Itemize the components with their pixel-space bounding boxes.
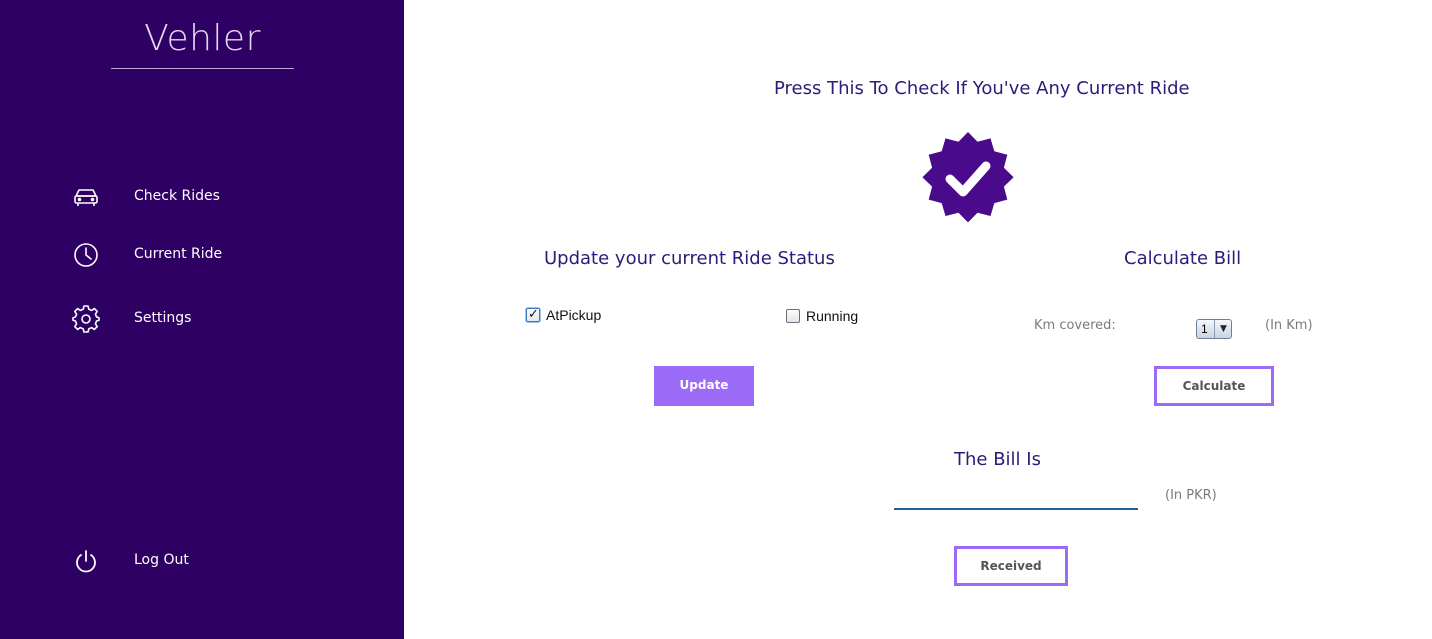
- check-mark-icon: ✓: [528, 306, 539, 321]
- sidebar-item-label: Settings: [134, 310, 192, 326]
- sidebar-item-settings[interactable]: Settings: [70, 303, 330, 337]
- km-select[interactable]: 1 ▼: [1196, 319, 1232, 339]
- checkbox-label: Running: [806, 308, 859, 324]
- sidebar-item-label: Check Rides: [134, 188, 220, 204]
- app-title: Vehler: [144, 18, 261, 59]
- received-button[interactable]: Received: [954, 546, 1068, 586]
- status-heading: Update your current Ride Status: [544, 248, 835, 269]
- logout-label: Log Out: [134, 552, 189, 568]
- check-ride-heading: Press This To Check If You've Any Curren…: [774, 78, 1190, 99]
- km-covered-label: Km covered:: [1034, 318, 1116, 333]
- title-divider: [111, 68, 294, 69]
- checkbox-box[interactable]: ✓: [526, 306, 540, 322]
- bill-result-heading: The Bill Is: [954, 449, 1041, 470]
- car-icon: [70, 181, 102, 213]
- sidebar-item-label: Current Ride: [134, 246, 223, 262]
- check-ride-button[interactable]: [914, 130, 1022, 238]
- logout-button[interactable]: Log Out: [70, 545, 330, 579]
- chevron-down-icon: ▼: [1214, 320, 1232, 338]
- calculate-button[interactable]: Calculate: [1154, 366, 1274, 406]
- sidebar-item-current-ride[interactable]: Current Ride: [70, 239, 330, 273]
- calculate-bill-heading: Calculate Bill: [1124, 248, 1242, 269]
- power-icon: [70, 545, 102, 577]
- currency-unit-label: (In PKR): [1165, 488, 1217, 503]
- km-selected-value: 1: [1201, 322, 1208, 336]
- sidebar-item-check-rides[interactable]: Check Rides: [70, 181, 330, 215]
- checkbox-label: AtPickup: [546, 307, 602, 323]
- gear-icon: [70, 303, 102, 335]
- update-button[interactable]: Update: [654, 366, 754, 406]
- bill-amount-field[interactable]: [894, 482, 1138, 510]
- sidebar: Vehler Check Rides Current Ride Settings…: [0, 0, 404, 639]
- checkbox-box[interactable]: [786, 309, 800, 323]
- km-unit-label: (In Km): [1265, 318, 1313, 333]
- verified-badge-icon: [922, 132, 1014, 223]
- clock-icon: [70, 239, 102, 271]
